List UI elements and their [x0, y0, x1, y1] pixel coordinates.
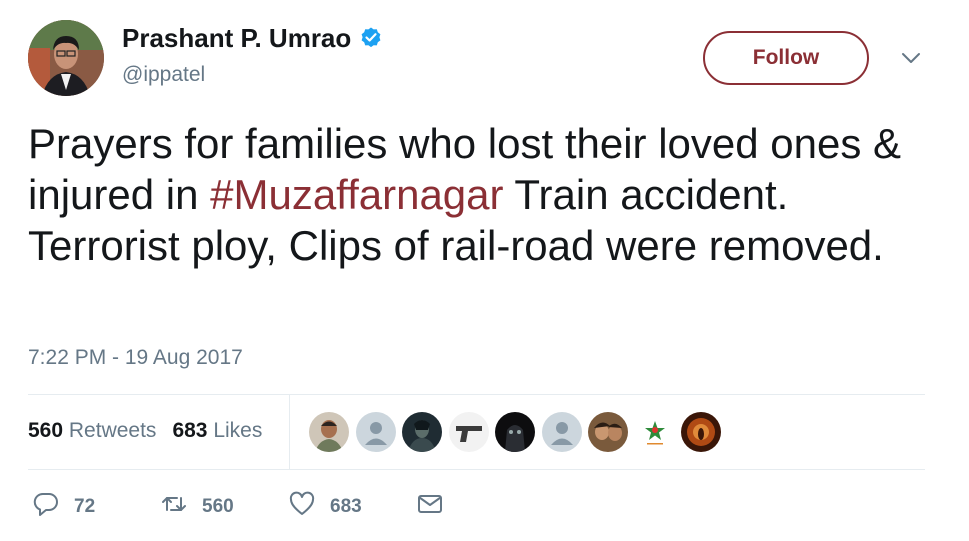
reply-button[interactable]: 72 [32, 490, 160, 523]
author-name-row: Prashant P. Umrao [122, 22, 383, 54]
divider [28, 394, 925, 395]
liker-avatar[interactable] [309, 412, 349, 452]
envelope-icon [416, 490, 444, 523]
author-avatar[interactable] [28, 20, 104, 96]
retweet-button[interactable]: 560 [160, 490, 288, 523]
follow-button[interactable]: Follow [703, 31, 869, 85]
liker-avatar[interactable] [402, 412, 442, 452]
likes-label: Likes [213, 419, 263, 442]
tweet-text: Prayers for families who lost their love… [28, 118, 928, 271]
liker-avatar[interactable] [588, 412, 628, 452]
retweets-count: 560 [28, 419, 64, 442]
author-name[interactable]: Prashant P. Umrao [122, 22, 351, 54]
author-handle[interactable]: @ippatel [122, 62, 205, 88]
likes-stat[interactable]: 683 Likes [172, 418, 262, 444]
heart-icon [288, 490, 316, 523]
direct-message-button[interactable] [416, 490, 444, 523]
reply-count: 72 [74, 495, 96, 517]
tweet-stats: 560 Retweets 683 Likes [28, 418, 278, 444]
liker-avatar-gun[interactable] [448, 412, 489, 452]
like-count: 683 [330, 495, 362, 517]
retweets-stat[interactable]: 560 Retweets [28, 418, 156, 444]
liker-avatar-default[interactable] [541, 412, 582, 452]
divider [289, 394, 290, 470]
tweet-actions: 72 560 683 [32, 490, 444, 523]
chevron-down-icon[interactable] [899, 46, 923, 70]
liker-avatar[interactable] [495, 412, 535, 452]
divider [28, 469, 925, 470]
verified-badge-icon [359, 26, 383, 50]
likers-avatars [309, 412, 728, 452]
like-button[interactable]: 683 [288, 490, 416, 523]
retweet-count: 560 [202, 495, 234, 517]
liker-avatar-default[interactable] [355, 412, 396, 452]
tweet-timestamp[interactable]: 7:22 PM - 19 Aug 2017 [28, 344, 243, 372]
liker-avatar[interactable] [681, 412, 721, 452]
hashtag-link[interactable]: #Muzaffarnagar [210, 171, 503, 218]
liker-avatar-logo[interactable] [634, 412, 675, 452]
reply-icon [32, 490, 60, 523]
retweet-icon [160, 490, 188, 523]
retweets-label: Retweets [68, 419, 157, 442]
likes-count: 683 [172, 419, 208, 442]
